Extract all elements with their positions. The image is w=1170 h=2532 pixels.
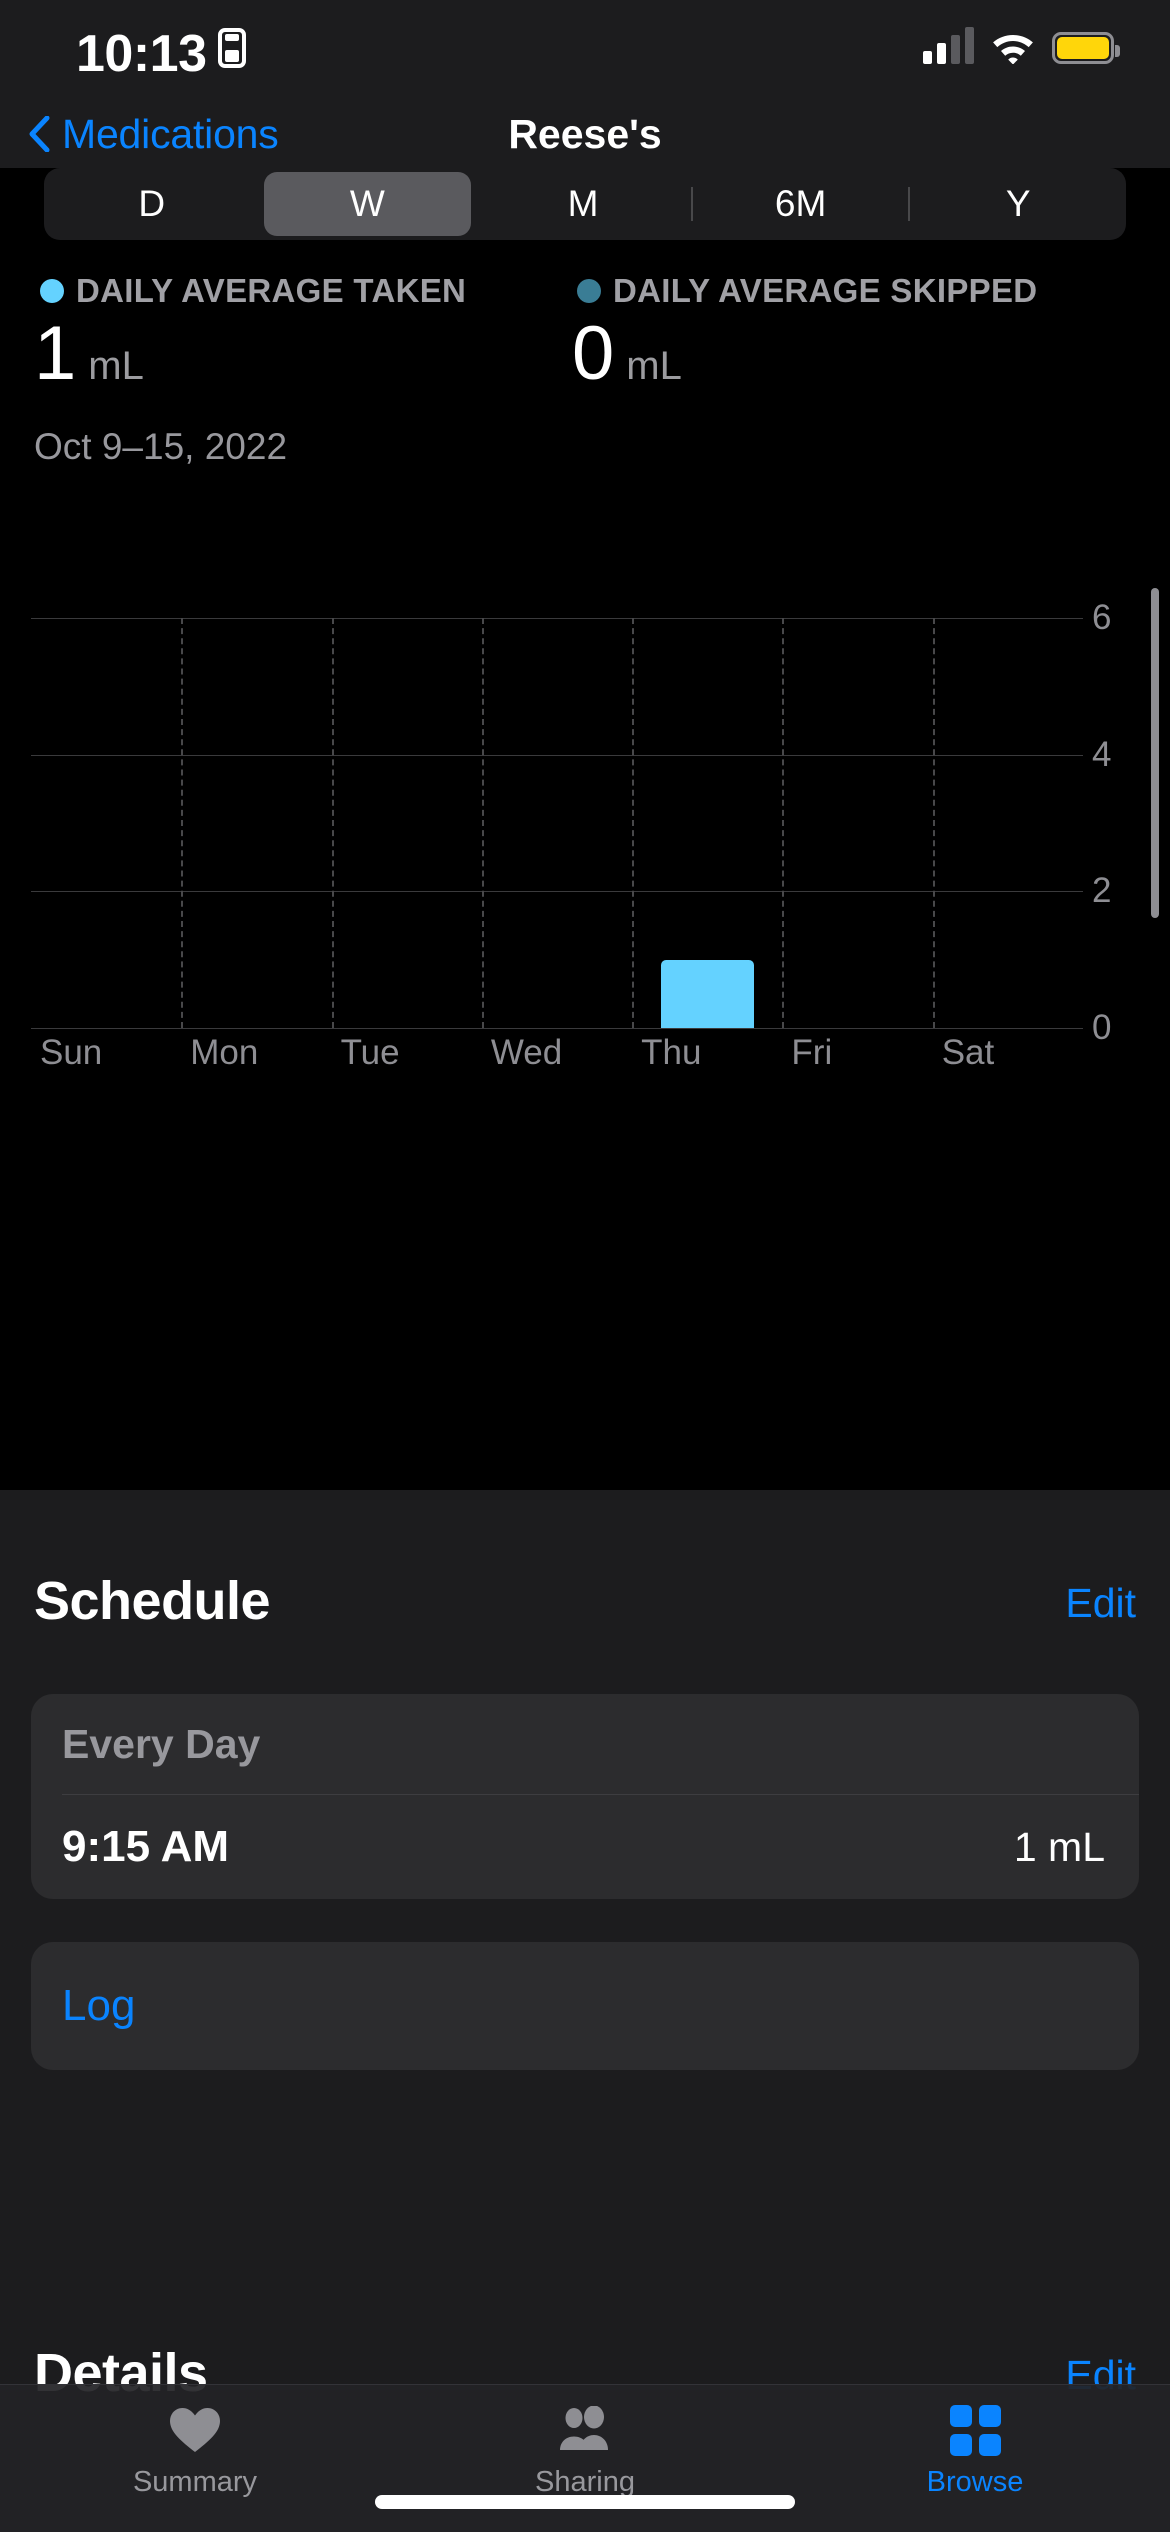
chart-gridline	[31, 891, 1083, 893]
chart-y-axis-labels: 0 2 4 6	[1092, 598, 1152, 1047]
tab-bar: Summary Sharing Browse	[0, 2384, 1170, 2532]
schedule-title: Schedule	[34, 1571, 271, 1631]
tab-summary-label: Summary	[132, 2466, 258, 2498]
chart-x-tick-label: Sat	[941, 1033, 995, 1072]
chart-y-tick-label: 4	[1092, 734, 1112, 774]
chart-gridline	[31, 618, 1083, 619]
home-indicator	[375, 2495, 795, 2509]
legend-label-skipped: DAILY AVERAGE SKIPPED	[613, 272, 1038, 309]
wifi-icon	[990, 28, 1036, 64]
value-taken-unit: mL	[88, 344, 144, 388]
legend-taken: DAILY AVERAGE TAKEN	[40, 272, 466, 310]
screen-record-icon	[218, 28, 246, 68]
chart-day-separator	[782, 618, 785, 1028]
log-card[interactable]: Log	[31, 1942, 1139, 2070]
grid-squares-icon	[949, 2403, 1001, 2457]
segment-6m[interactable]: 6M	[693, 168, 909, 240]
value-skipped-unit: mL	[626, 344, 682, 388]
page-scrollbar[interactable]	[1151, 588, 1159, 918]
heart-icon	[168, 2403, 222, 2457]
cellular-bars-icon	[923, 26, 974, 64]
status-bar: 10:13	[0, 0, 1170, 100]
battery-low-power-icon	[1052, 32, 1120, 64]
segment-y[interactable]: Y	[910, 168, 1126, 240]
status-bar-clock: 10:13	[76, 25, 207, 83]
tab-browse-label: Browse	[926, 2466, 1024, 2498]
value-taken: 1 mL	[34, 316, 144, 392]
tab-sharing[interactable]: Sharing	[390, 2385, 780, 2532]
chart-day-separator	[932, 618, 935, 1028]
summary-values: 1 mL 0 mL	[34, 316, 1134, 396]
segment-m[interactable]: M	[475, 168, 691, 240]
chart-x-tick-label: Sun	[40, 1033, 103, 1072]
schedule-section-header: Schedule Edit	[0, 1570, 1170, 1642]
chart-x-tick-label: Mon	[190, 1033, 259, 1072]
legend-dot-skipped	[577, 279, 601, 303]
chart-x-axis-labels: Sun Mon Tue Wed Thu Fri Sat	[31, 1033, 1083, 1087]
schedule-dose-row[interactable]: 9:15 AM 1 mL	[31, 1795, 1139, 1899]
schedule-dose-time: 9:15 AM	[62, 1822, 230, 1871]
value-taken-number: 1	[34, 311, 77, 396]
tab-browse[interactable]: Browse	[780, 2385, 1170, 2532]
chart-card: D W M 6M Y DAILY AVERAGE TAKEN DAILY AVE…	[0, 168, 1170, 1490]
segment-w[interactable]: W	[260, 168, 476, 240]
chart-x-tick-label: Wed	[490, 1033, 563, 1072]
schedule-card: Every Day 9:15 AM 1 mL	[31, 1694, 1139, 1899]
chart-x-tick-label: Thu	[641, 1033, 702, 1072]
status-bar-indicators	[923, 26, 1120, 64]
chart-gridline	[31, 754, 1083, 756]
chart-day-separator	[632, 618, 635, 1028]
chart-day-separator	[481, 618, 484, 1028]
legend-skipped: DAILY AVERAGE SKIPPED	[577, 272, 1037, 310]
tab-summary[interactable]: Summary	[0, 2385, 390, 2532]
legend-label-taken: DAILY AVERAGE TAKEN	[76, 272, 467, 309]
chart-date-range: Oct 9–15, 2022	[34, 426, 288, 467]
segment-d[interactable]: D	[44, 168, 260, 240]
legend-dot-taken	[40, 279, 64, 303]
page-title: Reese's	[508, 110, 662, 157]
log-button[interactable]: Log	[31, 1942, 1139, 2070]
value-skipped: 0 mL	[572, 316, 682, 392]
chart-day-separator	[181, 618, 184, 1028]
chart-x-tick-label: Fri	[791, 1033, 833, 1072]
chart-y-tick-label: 0	[1092, 1008, 1112, 1047]
navigation-bar: Medications Reese's	[0, 100, 1170, 168]
chart-x-tick-label: Tue	[340, 1033, 400, 1072]
chart-bar[interactable]	[660, 959, 754, 1028]
people-icon	[555, 2403, 615, 2457]
schedule-edit-button[interactable]: Edit	[1065, 1580, 1136, 1627]
value-skipped-number: 0	[572, 311, 615, 396]
chart-gridline	[31, 1028, 1083, 1029]
schedule-frequency: Every Day	[62, 1720, 261, 1767]
time-range-segmented-control[interactable]: D W M 6M Y	[44, 168, 1126, 240]
chart-day-separator	[331, 618, 334, 1028]
chart-y-tick-label: 2	[1092, 871, 1112, 911]
bar-chart-plot[interactable]	[31, 618, 1083, 1029]
chart-y-tick-label: 6	[1092, 598, 1112, 637]
app-screen: 10:13 Medications Reese's D W M 6M Y DAI…	[0, 0, 1170, 2532]
schedule-dose-amount: 1 mL	[1013, 1823, 1105, 1870]
